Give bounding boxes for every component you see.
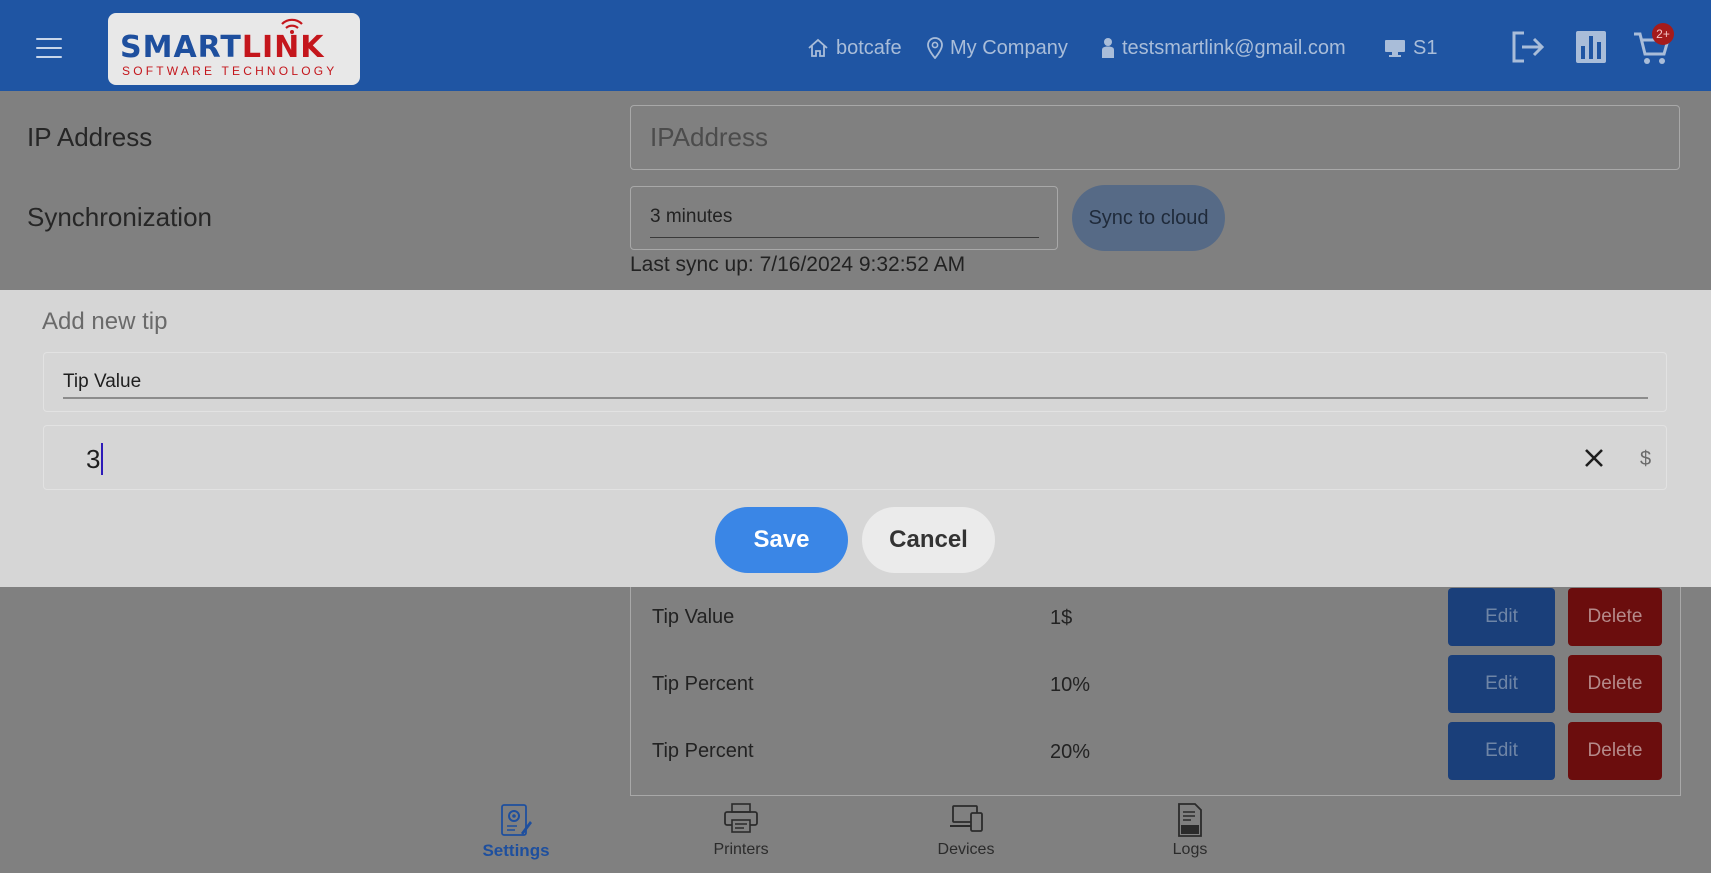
- dialog-title: Add new tip: [42, 308, 168, 335]
- home-icon: [808, 38, 828, 57]
- tip-type-value: Tip Value: [63, 371, 142, 392]
- tab-printers[interactable]: Printers: [691, 795, 791, 873]
- tab-settings[interactable]: Settings: [466, 795, 566, 873]
- ip-address-input[interactable]: IPAddress: [630, 105, 1680, 170]
- location-pin-icon: [927, 37, 943, 59]
- top-header: SMARTLINK SOFTWARE TECHNOLOGY botcafe My…: [0, 0, 1711, 91]
- logo-wordmark: SMARTLINK: [120, 30, 325, 65]
- bottom-nav: Settings Printers Devices Logs: [0, 795, 1711, 873]
- edit-tip-button[interactable]: Edit: [1448, 655, 1555, 713]
- select-underline: [650, 237, 1039, 238]
- tips-list: Tip Value 1$ Edit Delete Tip Percent 10%…: [630, 586, 1681, 796]
- tab-label: Settings: [482, 841, 550, 860]
- company-name: My Company: [950, 36, 1068, 59]
- cancel-button[interactable]: Cancel: [862, 507, 995, 573]
- tab-label: Devices: [937, 841, 995, 858]
- monitor-icon: [1385, 40, 1405, 57]
- tip-value: 20%: [1050, 741, 1091, 763]
- text-caret: [101, 443, 104, 475]
- menu-icon[interactable]: [36, 38, 62, 58]
- user-icon: [1102, 38, 1114, 58]
- tip-row: Tip Value 1$ Edit Delete: [631, 586, 1680, 646]
- report-chart-icon[interactable]: [1575, 30, 1607, 64]
- tip-amount-input[interactable]: 3 $: [43, 425, 1667, 490]
- tip-name: Tip Percent: [652, 673, 754, 695]
- cart-badge: 2+: [1652, 23, 1674, 45]
- add-tip-dialog: Add new tip Tip Value 3 $ Save Cancel: [0, 290, 1711, 587]
- tip-type-select[interactable]: Tip Value: [43, 352, 1667, 412]
- station-info[interactable]: S1: [1384, 36, 1437, 60]
- clear-icon[interactable]: [1580, 444, 1608, 472]
- tip-value: 1$: [1050, 607, 1073, 629]
- user-email: testsmartlink@gmail.com: [1122, 36, 1346, 59]
- delete-tip-button[interactable]: Delete: [1568, 655, 1662, 713]
- store-name: botcafe: [836, 36, 902, 59]
- tab-devices[interactable]: Devices: [916, 795, 1016, 873]
- sync-interval-select[interactable]: 3 minutes: [630, 186, 1058, 250]
- tab-logs[interactable]: Logs: [1140, 795, 1240, 873]
- last-sync-text: Last sync up: 7/16/2024 9:32:52 AM: [630, 253, 966, 276]
- save-button[interactable]: Save: [715, 507, 848, 573]
- delete-tip-button[interactable]: Delete: [1568, 588, 1662, 646]
- tip-name: Tip Percent: [652, 740, 754, 762]
- tip-value: 10%: [1050, 674, 1091, 696]
- tab-label: Logs: [1172, 841, 1208, 858]
- currency-suffix: $: [1640, 448, 1652, 470]
- sync-interval-value: 3 minutes: [650, 206, 733, 227]
- log-icon: [1178, 803, 1202, 837]
- edit-tip-button[interactable]: Edit: [1448, 588, 1555, 646]
- tip-name: Tip Value: [652, 606, 735, 628]
- devices-icon: [950, 805, 983, 832]
- user-info[interactable]: testsmartlink@gmail.com: [1101, 36, 1346, 60]
- smartlink-logo[interactable]: SMARTLINK SOFTWARE TECHNOLOGY: [108, 13, 360, 85]
- logo-tagline: SOFTWARE TECHNOLOGY: [122, 64, 338, 78]
- edit-tip-button[interactable]: Edit: [1448, 722, 1555, 780]
- select-underline: [63, 397, 1648, 399]
- logout-icon[interactable]: [1510, 30, 1546, 64]
- printer-icon: [724, 803, 758, 833]
- store-info[interactable]: botcafe: [807, 36, 902, 60]
- ip-address-label: IP Address: [27, 122, 153, 152]
- tip-amount-value: 3: [86, 443, 104, 475]
- company-info[interactable]: My Company: [927, 36, 1068, 60]
- tab-label: Printers: [713, 841, 769, 858]
- sync-to-cloud-button[interactable]: Sync to cloud: [1072, 185, 1225, 251]
- settings-icon: [501, 804, 532, 836]
- delete-tip-button[interactable]: Delete: [1568, 722, 1662, 780]
- station-name: S1: [1413, 36, 1438, 59]
- tip-row: Tip Percent 10% Edit Delete: [631, 653, 1680, 713]
- synchronization-label: Synchronization: [27, 202, 212, 232]
- tip-row: Tip Percent 20% Edit Delete: [631, 720, 1680, 780]
